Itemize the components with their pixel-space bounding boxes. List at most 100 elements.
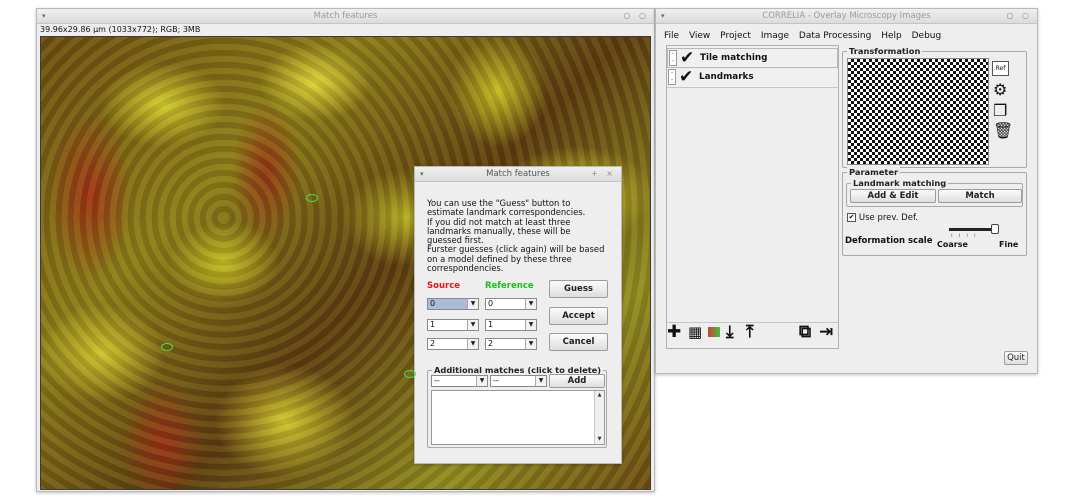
reference-select-value: 0 [488,299,494,308]
correlia-main-window: ▾ CORRELIA - Overlay Microscopy Images ○… [655,8,1038,374]
overlay-color-icon[interactable] [708,327,720,337]
dialog-controls-icon[interactable]: + × [591,167,616,181]
chevron-down-icon[interactable]: ▼ [467,339,478,349]
chevron-down-icon[interactable]: ▼ [525,299,536,309]
slider-ticks: ıııı [951,232,982,239]
use-prev-def-label: Use prev. Def. [858,213,919,223]
expand-toggle-icon[interactable]: -- [669,50,677,66]
additional-source-value: -- [434,376,440,385]
landmark-marker[interactable] [161,343,173,351]
additional-source-select[interactable]: -- ▼ [431,375,488,387]
window-menu-icon[interactable]: ▾ [661,9,665,23]
transformation-group: Transformation Ref ⚙ ❐ 🗑 [842,46,1027,168]
import-icon[interactable]: ⤓ [726,322,734,342]
scroll-up-icon[interactable]: ▲ [595,391,604,400]
export-icon[interactable]: ⤒ [746,322,754,342]
ref-button[interactable]: Ref [992,61,1009,76]
window-controls-icon[interactable]: ○ ○ [623,9,649,23]
menu-file[interactable]: File [664,31,679,41]
reference-select-0[interactable]: 0 ▼ [485,298,537,310]
match-features-dialog: ▾ Match features + × You can use the "Gu… [414,166,622,464]
workflow-tree-panel: -- ✔ Tile matching -- ✔ Landmarks [666,45,839,349]
parameter-title: Parameter [847,167,901,177]
chevron-down-icon[interactable]: ▼ [467,299,478,309]
fine-label: Fine [999,240,1019,249]
menu-data-processing[interactable]: Data Processing [799,31,871,41]
additional-reference-value: -- [493,376,499,385]
add-match-button[interactable]: Add [549,374,605,388]
coarse-label: Coarse [937,240,968,249]
chevron-down-icon[interactable]: ▼ [535,376,546,386]
dialog-title: Match features [486,169,550,179]
add-icon[interactable]: ✚ [667,322,681,342]
landmark-marker[interactable] [404,370,416,378]
landmark-marker[interactable] [306,194,318,202]
image-window-title: Match features [313,11,378,21]
image-window-titlebar[interactable]: ▾ Match features ○ ○ [37,9,654,24]
check-icon: ✔ [679,67,694,87]
main-window-title: CORRELIA - Overlay Microscopy Images [762,11,931,21]
deformation-slider-handle[interactable] [991,224,999,234]
accept-button[interactable]: Accept [549,307,608,325]
reference-select-value: 2 [488,339,494,348]
instructions-text: You can use the "Guess" button to estima… [427,198,605,274]
exit-arrow-icon[interactable]: ⇥ [819,322,833,342]
main-window-titlebar[interactable]: ▾ CORRELIA - Overlay Microscopy Images ○… [656,9,1037,24]
source-select-value: 1 [430,320,436,329]
guess-button[interactable]: Guess [549,280,608,298]
expand-toggle-icon[interactable]: -- [668,69,676,85]
additional-matches-list[interactable]: ▲ ▼ [431,390,605,445]
use-prev-def-checkbox[interactable]: ✔ Use prev. Def. [847,213,918,223]
source-select-0[interactable]: 0 ▼ [427,298,479,310]
match-button[interactable]: Match [938,189,1022,203]
copy-layers-icon[interactable]: ❐ [993,102,1007,120]
tree-item-tile-matching[interactable]: -- ✔ Tile matching [667,48,838,68]
additional-reference-select[interactable]: -- ▼ [490,375,547,387]
deformation-scale-label: Deformation scale [845,236,933,246]
image-info: 39.96x29.86 µm (1033x772); RGB; 3MB [37,24,654,36]
trash-icon[interactable]: 🗑 [993,122,1013,140]
additional-matches-group: Additional matches (click to delete) -- … [427,365,607,448]
reference-label: Reference [485,281,534,291]
chevron-down-icon[interactable]: ▼ [525,320,536,330]
tree-item-landmarks[interactable]: -- ✔ Landmarks [667,68,838,88]
quit-button[interactable]: Quit [1004,351,1028,365]
dialog-titlebar[interactable]: ▾ Match features + × [415,167,621,182]
calculator-icon[interactable]: ▦ [688,322,702,342]
menu-view[interactable]: View [689,31,710,41]
deformation-slider-track[interactable] [949,228,995,231]
transformation-preview[interactable] [847,58,989,165]
check-icon: ✔ [680,48,695,68]
dialog-menu-icon[interactable]: ▾ [420,167,424,181]
source-select-value: 0 [430,299,436,308]
window-controls-icon[interactable]: ○ ○ [1006,9,1032,23]
gear-icon[interactable]: ⚙ [993,81,1007,99]
chevron-down-icon[interactable]: ▼ [467,320,478,330]
menu-help[interactable]: Help [881,31,902,41]
list-scrollbar[interactable]: ▲ ▼ [594,391,604,444]
cancel-button[interactable]: Cancel [549,333,608,351]
tree-item-label: Tile matching [700,53,768,63]
source-select-2[interactable]: 2 ▼ [427,338,479,350]
landmark-matching-title: Landmark matching [851,178,949,188]
reference-select-value: 1 [488,320,494,329]
tree-item-label: Landmarks [699,72,754,82]
checkbox-check-icon[interactable]: ✔ [847,213,856,222]
menu-project[interactable]: Project [720,31,751,41]
menu-image[interactable]: Image [761,31,789,41]
menu-bar: File View Project Image Data Processing … [664,31,948,43]
landmark-matching-group: Landmark matching Add & Edit Match [846,178,1023,207]
menu-debug[interactable]: Debug [912,31,942,41]
chevron-down-icon[interactable]: ▼ [476,376,487,386]
reference-select-1[interactable]: 1 ▼ [485,319,537,331]
transformation-title: Transformation [847,46,923,56]
open-external-icon[interactable]: ⧉ [799,322,811,342]
scroll-down-icon[interactable]: ▼ [595,435,604,444]
reference-select-2[interactable]: 2 ▼ [485,338,537,350]
chevron-down-icon[interactable]: ▼ [525,339,536,349]
window-menu-icon[interactable]: ▾ [42,9,46,23]
source-select-1[interactable]: 1 ▼ [427,319,479,331]
parameter-group: Parameter Landmark matching Add & Edit M… [842,167,1027,256]
source-label: Source [427,281,461,291]
add-edit-button[interactable]: Add & Edit [850,189,936,203]
